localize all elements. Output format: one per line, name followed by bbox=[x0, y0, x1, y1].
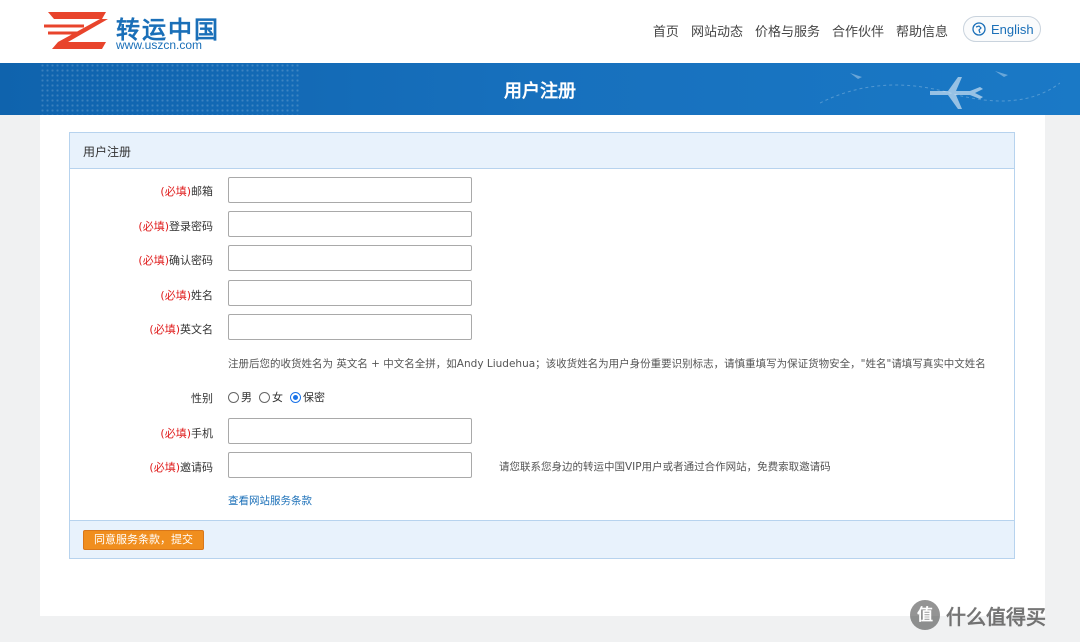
gender-option-private[interactable]: 保密 bbox=[290, 389, 325, 405]
english-name-field[interactable] bbox=[228, 314, 472, 340]
confirm-password-field[interactable] bbox=[228, 245, 472, 271]
agree-submit-button[interactable]: 同意服务条款，提交 bbox=[83, 530, 204, 550]
confirm-password-label: (必填)确认密码 bbox=[138, 254, 213, 267]
globe-icon bbox=[972, 22, 986, 36]
watermark-text: 什么值得买 bbox=[946, 604, 1046, 629]
site-logo[interactable]: 转运中国 www.uszcn.com bbox=[44, 8, 244, 54]
site-header: 转运中国 www.uszcn.com 首页 网站动态 价格与服务 合作伙伴 帮助… bbox=[0, 0, 1080, 63]
gender-option-female[interactable]: 女 bbox=[259, 389, 283, 405]
watermark-logo-icon: 值 bbox=[910, 600, 940, 630]
english-name-label: (必填)英文名 bbox=[149, 323, 213, 336]
phone-label: (必填)手机 bbox=[160, 427, 213, 440]
nav-news[interactable]: 网站动态 bbox=[691, 21, 743, 40]
logo-url-text: www.uszcn.com bbox=[116, 38, 203, 52]
page-banner: 用户注册 bbox=[0, 63, 1080, 115]
gender-label: 性别 bbox=[191, 392, 213, 405]
nav-help[interactable]: 帮助信息 bbox=[896, 21, 948, 40]
email-field[interactable] bbox=[228, 177, 472, 203]
radio-selected-icon bbox=[290, 391, 301, 403]
watermark: 值 什么值得买 bbox=[910, 600, 1046, 630]
nav-pricing[interactable]: 价格与服务 bbox=[755, 21, 820, 40]
nav-home[interactable]: 首页 bbox=[653, 21, 679, 40]
password-field[interactable] bbox=[228, 211, 472, 237]
password-label: (必填)登录密码 bbox=[138, 220, 213, 233]
terms-link[interactable]: 查看网站服务条款 bbox=[228, 493, 312, 508]
main-nav: 首页 网站动态 价格与服务 合作伙伴 帮助信息 bbox=[653, 21, 948, 40]
panel-footer: 同意服务条款，提交 bbox=[70, 520, 1014, 558]
phone-field[interactable] bbox=[228, 418, 472, 444]
invite-code-field[interactable] bbox=[228, 452, 472, 478]
gender-option-male[interactable]: 男 bbox=[228, 389, 252, 405]
radio-icon bbox=[228, 391, 239, 403]
name-label: (必填)姓名 bbox=[160, 289, 213, 302]
nav-partners[interactable]: 合作伙伴 bbox=[832, 21, 884, 40]
language-switch-button[interactable]: English bbox=[963, 16, 1041, 42]
radio-icon bbox=[259, 391, 270, 403]
panel-title: 用户注册 bbox=[70, 133, 1014, 169]
email-label: (必填)邮箱 bbox=[160, 185, 213, 198]
invite-code-label: (必填)邀请码 bbox=[149, 461, 213, 474]
language-label: English bbox=[991, 21, 1034, 37]
gender-radio-group: 男 女 保密 bbox=[228, 389, 332, 405]
name-hint-text: 注册后您的收货姓名为 英文名 + 中文名全拼，如Andy Liudehua；该收… bbox=[228, 358, 986, 370]
invite-hint-text: 请您联系您身边的转运中国VIP用户或者通过合作网站，免费索取邀请码 bbox=[499, 461, 831, 473]
name-field[interactable] bbox=[228, 280, 472, 306]
page-title: 用户注册 bbox=[504, 81, 576, 102]
logo-z-icon bbox=[44, 12, 108, 49]
